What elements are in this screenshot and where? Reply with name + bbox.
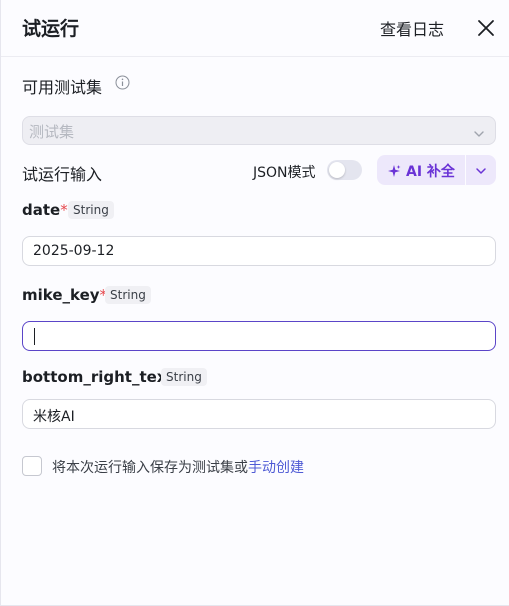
sparkle-icon <box>387 163 401 177</box>
save-as-test-set-checkbox[interactable] <box>22 456 42 476</box>
save-as-test-set-label: 将本次运行输入保存为测试集或手动创建 <box>52 460 304 476</box>
bottom-right-text-input-value: 米核AI <box>33 409 75 425</box>
type-badge-date: String <box>68 201 114 219</box>
run-input-label: 试运行输入 <box>22 165 103 184</box>
field-label-mike-key: mike_key* <box>22 286 108 304</box>
ai-complete-button[interactable]: AI 补全 <box>377 155 465 185</box>
panel-header: 试运行 查看日志 <box>1 0 509 57</box>
test-run-panel: 试运行 查看日志 可用测试集 测试集 试运行输入 JSON模式 AI 补全 da… <box>0 0 509 606</box>
view-log-button[interactable]: 查看日志 <box>380 16 444 40</box>
json-mode-toggle[interactable] <box>327 160 362 180</box>
ai-complete-dropdown[interactable] <box>466 155 496 185</box>
info-icon[interactable] <box>115 75 130 90</box>
panel-title: 试运行 <box>22 18 80 40</box>
date-input-value: 2025-09-12 <box>33 243 115 259</box>
ai-complete-button-group: AI 补全 <box>377 155 496 185</box>
toggle-knob <box>329 162 345 178</box>
type-badge-bottom-right-text: String <box>161 368 207 386</box>
bottom-right-text-input[interactable]: 米核AI <box>22 399 496 429</box>
required-asterisk: * <box>60 201 68 219</box>
text-caret <box>34 328 35 345</box>
test-set-select[interactable]: 测试集 <box>22 116 496 145</box>
mike-key-input[interactable] <box>22 321 496 351</box>
type-badge-mike-key: String <box>105 286 151 304</box>
date-input[interactable]: 2025-09-12 <box>22 236 496 266</box>
test-set-placeholder: 测试集 <box>29 123 75 141</box>
close-icon[interactable] <box>475 17 497 39</box>
test-set-label: 可用测试集 <box>22 78 103 97</box>
json-mode-label: JSON模式 <box>253 165 316 181</box>
field-label-bottom-right-text: bottom_right_text <box>22 368 174 386</box>
manual-create-link[interactable]: 手动创建 <box>248 460 304 476</box>
chevron-down-icon <box>476 168 486 174</box>
ai-complete-label: AI 补全 <box>406 164 455 180</box>
field-label-date: date* <box>22 201 68 219</box>
chevron-down-icon <box>473 125 485 137</box>
